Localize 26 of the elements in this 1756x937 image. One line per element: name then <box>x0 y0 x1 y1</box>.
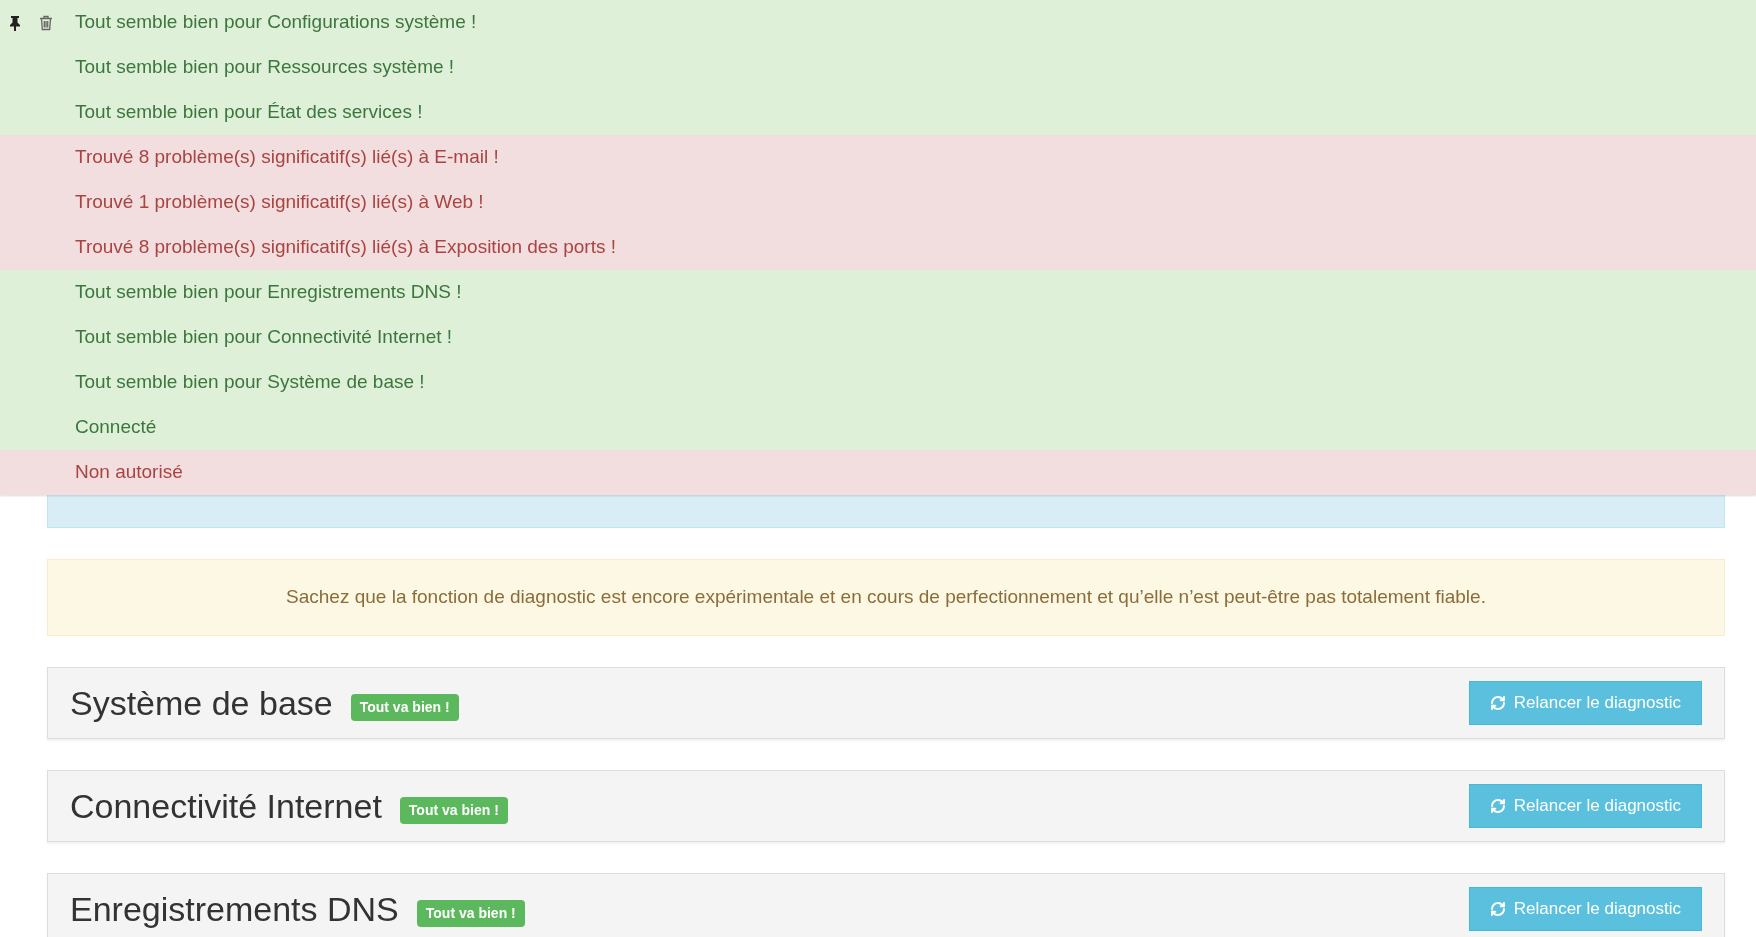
rerun-button[interactable]: Relancer le diagnostic <box>1468 887 1702 931</box>
status-badge: Tout va bien ! <box>399 796 508 824</box>
warning-text: Sachez que la fonction de diagnostic est encore expérimentale et en cours de perfectionnement et qu’elle n’est peut-être pas totalement fiable. <box>286 585 1486 610</box>
notification-text: Trouvé 8 problème(s) significatif(s) lié(s) à E-mail ! <box>75 145 499 170</box>
status-badge: Tout va bien ! <box>416 899 525 927</box>
notification-text: Tout semble bien pour État des services ! <box>75 100 423 125</box>
pin-icon[interactable] <box>9 14 21 31</box>
refresh-icon <box>1489 798 1506 814</box>
refresh-icon <box>1489 695 1506 711</box>
trash-icon[interactable] <box>39 14 53 31</box>
notification-text: Trouvé 8 problème(s) significatif(s) lié(s) à Exposition des ports ! <box>75 235 616 260</box>
notification-text: Trouvé 1 problème(s) significatif(s) lié(s) à Web ! <box>75 190 484 215</box>
notification-text: Connecté <box>75 415 157 440</box>
notification-text: Tout semble bien pour Système de base ! <box>75 370 425 395</box>
notification-text: Non autorisé <box>75 460 183 485</box>
refresh-icon <box>1489 901 1506 917</box>
notification-text: Tout semble bien pour Ressources système ! <box>75 55 455 80</box>
status-badge: Tout va bien ! <box>350 693 459 721</box>
rerun-button[interactable]: Relancer le diagnostic <box>1468 681 1702 725</box>
section-title: Enregistrements DNS <box>70 888 399 930</box>
section-title: Système de base <box>70 682 333 724</box>
notification-text: Tout semble bien pour Configurations système ! <box>75 10 477 35</box>
notification-text: Tout semble bien pour Connectivité Internet ! <box>75 325 453 350</box>
rerun-button[interactable]: Relancer le diagnostic <box>1468 784 1702 828</box>
notification-text: Tout semble bien pour Enregistrements DNS ! <box>75 280 462 305</box>
section-title: Connectivité Internet <box>70 785 382 827</box>
